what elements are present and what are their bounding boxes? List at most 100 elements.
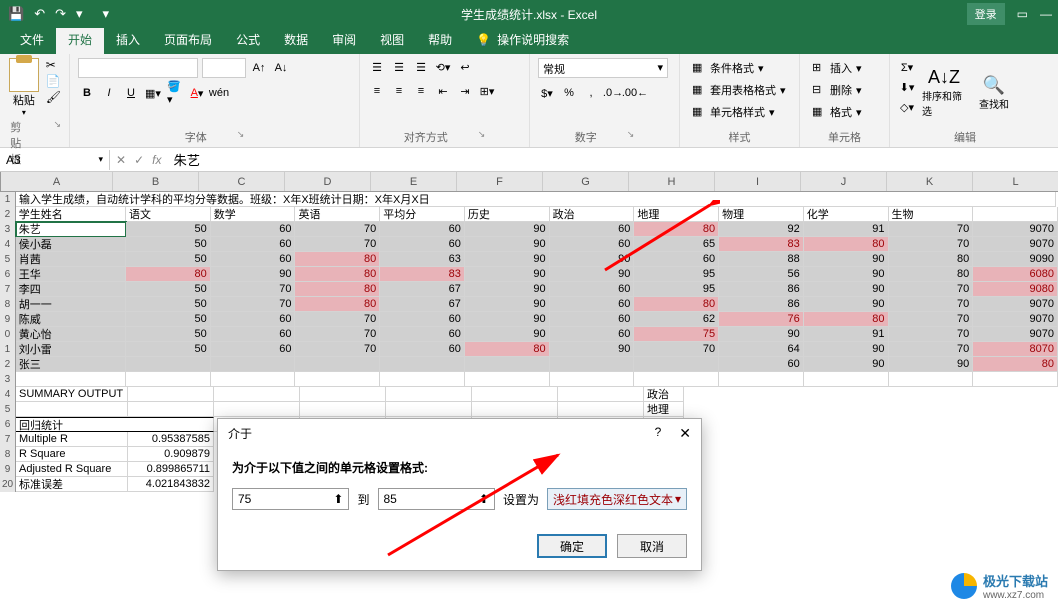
- align-top-icon[interactable]: ☰: [368, 58, 386, 76]
- bold-button[interactable]: B: [78, 84, 96, 102]
- font-family-combo[interactable]: [78, 58, 198, 78]
- qat-customize-icon[interactable]: ▾: [76, 6, 83, 22]
- row-header[interactable]: 20: [0, 477, 16, 492]
- range-picker-icon[interactable]: ⬆: [479, 492, 489, 506]
- tab-file[interactable]: 文件: [8, 25, 56, 54]
- cell[interactable]: [16, 402, 128, 417]
- cell[interactable]: 90: [719, 327, 804, 342]
- cell[interactable]: 刘小雷: [16, 342, 126, 357]
- italic-button[interactable]: I: [100, 84, 118, 102]
- cell[interactable]: 9070: [973, 327, 1058, 342]
- cut-icon[interactable]: ✂: [46, 58, 61, 72]
- cell[interactable]: 9070: [973, 222, 1058, 237]
- row-header[interactable]: 8: [0, 447, 16, 462]
- cell[interactable]: 0.909879: [128, 447, 214, 462]
- redo-icon[interactable]: ↷: [55, 6, 66, 22]
- cell[interactable]: 60: [550, 237, 635, 252]
- dialog-help-icon[interactable]: ?: [655, 425, 662, 442]
- cell[interactable]: 0.899865711: [128, 462, 214, 477]
- delete-cells-button[interactable]: ⊟删除 ▾: [808, 80, 881, 100]
- cell[interactable]: 90: [804, 267, 889, 282]
- font-launcher-icon[interactable]: ↘: [237, 129, 245, 145]
- column-header-G[interactable]: G: [543, 172, 629, 191]
- tab-review[interactable]: 审阅: [320, 25, 368, 54]
- cell[interactable]: Multiple R: [16, 432, 128, 447]
- cell[interactable]: [211, 372, 296, 387]
- cell[interactable]: 95: [634, 282, 719, 297]
- cell[interactable]: 70: [889, 237, 974, 252]
- row-header[interactable]: 1: [0, 192, 16, 207]
- header-cell[interactable]: 英语: [295, 207, 380, 222]
- cell[interactable]: [465, 357, 550, 372]
- column-header-J[interactable]: J: [801, 172, 887, 191]
- cell[interactable]: [300, 387, 386, 402]
- cell[interactable]: 9070: [973, 312, 1058, 327]
- cell[interactable]: 70: [889, 312, 974, 327]
- cell[interactable]: 肖茜: [16, 252, 126, 267]
- minimize-icon[interactable]: —: [1040, 7, 1052, 21]
- cancel-button[interactable]: 取消: [617, 534, 687, 558]
- align-launcher-icon[interactable]: ↘: [478, 129, 486, 145]
- cell[interactable]: 90: [550, 342, 635, 357]
- cell[interactable]: [550, 357, 635, 372]
- cell[interactable]: [550, 372, 635, 387]
- cell[interactable]: [295, 372, 380, 387]
- cell[interactable]: 90: [465, 312, 550, 327]
- cell[interactable]: [719, 372, 804, 387]
- row-header[interactable]: 5: [0, 402, 16, 417]
- cell[interactable]: 60: [380, 312, 465, 327]
- row-header[interactable]: 1: [0, 342, 16, 357]
- cell[interactable]: 70: [889, 282, 974, 297]
- cell[interactable]: 60: [211, 342, 296, 357]
- decrease-font-icon[interactable]: A↓: [272, 59, 290, 77]
- header-cell[interactable]: 平均分: [380, 207, 465, 222]
- cell[interactable]: 政治: [644, 387, 684, 402]
- cell[interactable]: [889, 372, 974, 387]
- cell[interactable]: 60: [550, 327, 635, 342]
- cell[interactable]: 60: [550, 222, 635, 237]
- cell[interactable]: 80: [804, 237, 889, 252]
- cell[interactable]: [465, 372, 550, 387]
- column-header-F[interactable]: F: [457, 172, 543, 191]
- cell[interactable]: 60: [719, 357, 804, 372]
- cell[interactable]: 50: [126, 327, 211, 342]
- tab-help[interactable]: 帮助: [416, 25, 464, 54]
- save-icon[interactable]: 💾: [8, 6, 24, 22]
- increase-decimal-icon[interactable]: .0→: [604, 84, 622, 102]
- header-cell[interactable]: 生物: [889, 207, 974, 222]
- cell[interactable]: 67: [380, 282, 465, 297]
- row-header[interactable]: 7: [0, 282, 16, 297]
- from-value-input[interactable]: 75 ⬆: [232, 488, 349, 510]
- cell[interactable]: 70: [889, 327, 974, 342]
- fx-icon[interactable]: fx: [152, 153, 161, 167]
- tab-view[interactable]: 视图: [368, 25, 416, 54]
- column-header-K[interactable]: K: [887, 172, 973, 191]
- cell[interactable]: 50: [126, 222, 211, 237]
- align-middle-icon[interactable]: ☰: [390, 58, 408, 76]
- cell[interactable]: 80: [634, 297, 719, 312]
- cell[interactable]: 90: [804, 252, 889, 267]
- cancel-formula-icon[interactable]: ✕: [116, 153, 126, 167]
- cell[interactable]: 90: [550, 267, 635, 282]
- cell[interactable]: 62: [634, 312, 719, 327]
- cell[interactable]: 50: [126, 282, 211, 297]
- cell[interactable]: 70: [295, 222, 380, 237]
- cell[interactable]: [634, 372, 719, 387]
- header-cell[interactable]: [973, 207, 1058, 222]
- cell[interactable]: [128, 387, 214, 402]
- table-format-button[interactable]: ▦套用表格格式 ▾: [688, 80, 791, 100]
- cell[interactable]: 王华: [16, 267, 126, 282]
- cell[interactable]: 90: [465, 297, 550, 312]
- fill-color-icon[interactable]: 🪣▾: [166, 84, 184, 102]
- cell[interactable]: 88: [719, 252, 804, 267]
- cell[interactable]: 86: [719, 282, 804, 297]
- cell[interactable]: 80: [889, 267, 974, 282]
- cell[interactable]: 90: [465, 267, 550, 282]
- cell[interactable]: 80: [295, 252, 380, 267]
- cell[interactable]: 9080: [973, 282, 1058, 297]
- tab-insert[interactable]: 插入: [104, 25, 152, 54]
- format-select[interactable]: 浅红填充色深红色文本 ▾: [547, 488, 687, 510]
- cell[interactable]: 80: [634, 222, 719, 237]
- cell[interactable]: 张三: [16, 357, 126, 372]
- cell[interactable]: 70: [295, 342, 380, 357]
